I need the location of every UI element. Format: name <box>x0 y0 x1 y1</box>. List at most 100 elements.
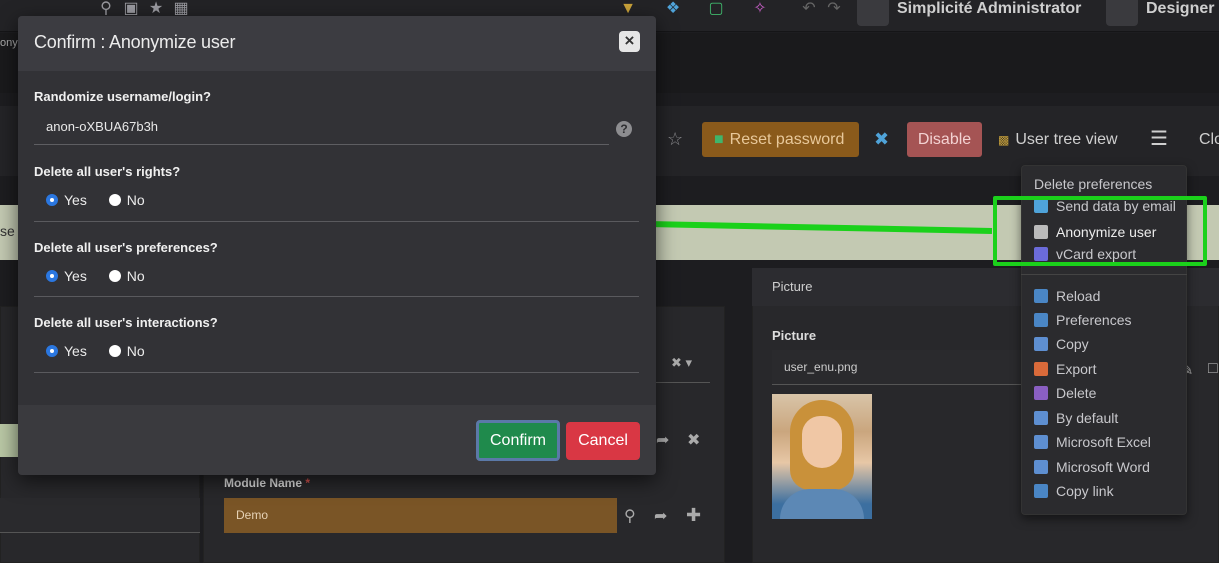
menu-item-preferences[interactable]: Preferences <box>1034 312 1131 328</box>
menu-item-copy-link[interactable]: Copy link <box>1034 483 1114 499</box>
menu-item-delete-preferences[interactable]: Delete preferences <box>1034 176 1152 192</box>
divider <box>34 372 639 373</box>
close-icon[interactable]: × <box>619 31 640 52</box>
user-photo <box>772 394 872 519</box>
module-name-input[interactable]: Demo <box>224 498 617 533</box>
menu-item-label: Copy link <box>1056 483 1114 499</box>
menu-item-reload[interactable]: Reload <box>1034 288 1100 304</box>
highlight-box <box>993 196 1207 266</box>
menu-item-label: Reload <box>1056 288 1101 304</box>
dialog-header: Confirm : Anonymize user × <box>18 16 656 71</box>
radio-no[interactable] <box>108 270 121 282</box>
no-label[interactable]: No <box>127 268 145 284</box>
default-icon <box>1034 411 1048 425</box>
cross-icon[interactable]: ✖ <box>874 122 889 157</box>
disable-button[interactable]: Disable <box>907 122 982 157</box>
required-mark: * <box>305 476 311 490</box>
menu-item-microsoft-word[interactable]: Microsoft Word <box>1034 459 1150 475</box>
menu-item-microsoft-excel[interactable]: Microsoft Excel <box>1034 434 1151 450</box>
search-icon[interactable]: ⚲ <box>624 506 636 526</box>
menu-item-copy[interactable]: Copy <box>1034 336 1089 352</box>
hamburger-menu-icon[interactable]: ☰ <box>1150 122 1168 157</box>
randomize-username-label: Randomize username/login? <box>34 89 211 104</box>
redo-icon[interactable]: ↷ <box>824 0 844 20</box>
divider <box>34 296 639 297</box>
help-icon[interactable]: ? <box>616 121 632 137</box>
delete-preferences-radio-group: Yes No <box>46 268 145 284</box>
radio-no[interactable] <box>108 345 121 357</box>
delete-rights-label: Delete all user's rights? <box>34 164 181 179</box>
delete-interactions-radio-group: Yes No <box>46 343 145 359</box>
reload-icon <box>1034 289 1048 303</box>
user-lock-icon: ■ <box>714 131 724 148</box>
delete-preferences-label: Delete all user's preferences? <box>34 240 218 255</box>
avatar[interactable] <box>1106 0 1138 26</box>
trash-icon[interactable]: □ <box>1208 360 1218 378</box>
no-label[interactable]: No <box>127 343 145 359</box>
dialog-title: Confirm : Anonymize user <box>34 32 236 52</box>
menu-divider <box>1021 274 1187 275</box>
share-arrow-icon[interactable]: ➦ <box>654 506 667 526</box>
star-icon[interactable]: ☆ <box>667 122 683 157</box>
menu-item-label: Export <box>1056 361 1097 377</box>
menu-item-label: Copy <box>1056 336 1089 352</box>
menu-item-label: Microsoft Word <box>1056 459 1150 475</box>
module-name-text: Module Name <box>224 476 303 490</box>
delete-interactions-label: Delete all user's interactions? <box>34 315 218 330</box>
picture-label: Picture <box>772 328 817 343</box>
yes-label[interactable]: Yes <box>64 192 87 208</box>
divider <box>656 382 710 383</box>
no-label[interactable]: No <box>127 192 145 208</box>
undo-icon[interactable]: ↶ <box>799 0 819 20</box>
menu-item-delete[interactable]: Delete <box>1034 385 1096 401</box>
close-button[interactable]: Clo <box>1199 122 1219 157</box>
menu-item-label: By default <box>1056 410 1119 426</box>
menu-item-by-default[interactable]: By default <box>1034 410 1118 426</box>
confirm-button[interactable]: Confirm <box>476 420 560 461</box>
word-icon <box>1034 460 1048 474</box>
trash-icon <box>1034 386 1048 400</box>
share-icon[interactable]: ✧ <box>750 0 770 20</box>
link-icon <box>1034 484 1048 498</box>
divider <box>34 221 639 222</box>
menu-item-label: Delete preferences <box>1034 176 1153 192</box>
monitor-icon[interactable]: ▢ <box>706 0 726 20</box>
radio-no[interactable] <box>108 194 121 206</box>
radio-yes-checked[interactable] <box>46 345 58 357</box>
picture-file-field[interactable]: user_enu.png <box>772 350 1032 385</box>
clear-select-icon[interactable]: ✖ ▾ <box>671 355 692 371</box>
yes-label[interactable]: Yes <box>64 343 87 359</box>
reset-password-label: Reset password <box>729 131 845 148</box>
reset-password-button[interactable]: ■ Reset password <box>702 122 859 157</box>
export-icon <box>1034 362 1048 376</box>
username-input[interactable]: anon-oXBUA67b3h <box>34 113 609 145</box>
left-input <box>0 424 18 457</box>
copy-icon <box>1034 337 1048 351</box>
module-name-label: Module Name * <box>224 476 310 490</box>
menu-item-label: Delete <box>1056 385 1097 401</box>
designer-label[interactable]: Designer <box>1146 0 1214 18</box>
left-field[interactable] <box>0 498 200 533</box>
radio-yes-checked[interactable] <box>46 270 58 282</box>
menu-item-label: Microsoft Excel <box>1056 434 1151 450</box>
close-icon[interactable]: ✖ <box>687 430 700 450</box>
dialog-footer <box>18 405 656 475</box>
genie-icon[interactable] <box>857 0 889 26</box>
radio-yes-checked[interactable] <box>46 194 58 206</box>
user-name[interactable]: Simplicité Administrator <box>897 0 1081 18</box>
share-arrow-icon[interactable]: ➦ <box>656 430 669 450</box>
breadcrumb[interactable]: ony <box>0 37 18 49</box>
delete-rights-radio-group: Yes No <box>46 192 145 208</box>
menu-item-label: Preferences <box>1056 312 1132 328</box>
yes-label[interactable]: Yes <box>64 268 87 284</box>
tree-icon: ▩ <box>998 133 1010 147</box>
cancel-button[interactable]: Cancel <box>566 422 640 460</box>
confirm-dialog: Confirm : Anonymize user × Randomize use… <box>18 16 656 475</box>
menu-item-export[interactable]: Export <box>1034 361 1096 377</box>
cubes-icon[interactable]: ❖ <box>663 0 683 20</box>
excel-icon <box>1034 435 1048 449</box>
preferences-icon <box>1034 313 1048 327</box>
user-tree-view-label: User tree view <box>1015 131 1118 148</box>
add-icon[interactable]: ✚ <box>686 505 701 526</box>
user-tree-view-button[interactable]: ▩ User tree view <box>998 122 1118 158</box>
